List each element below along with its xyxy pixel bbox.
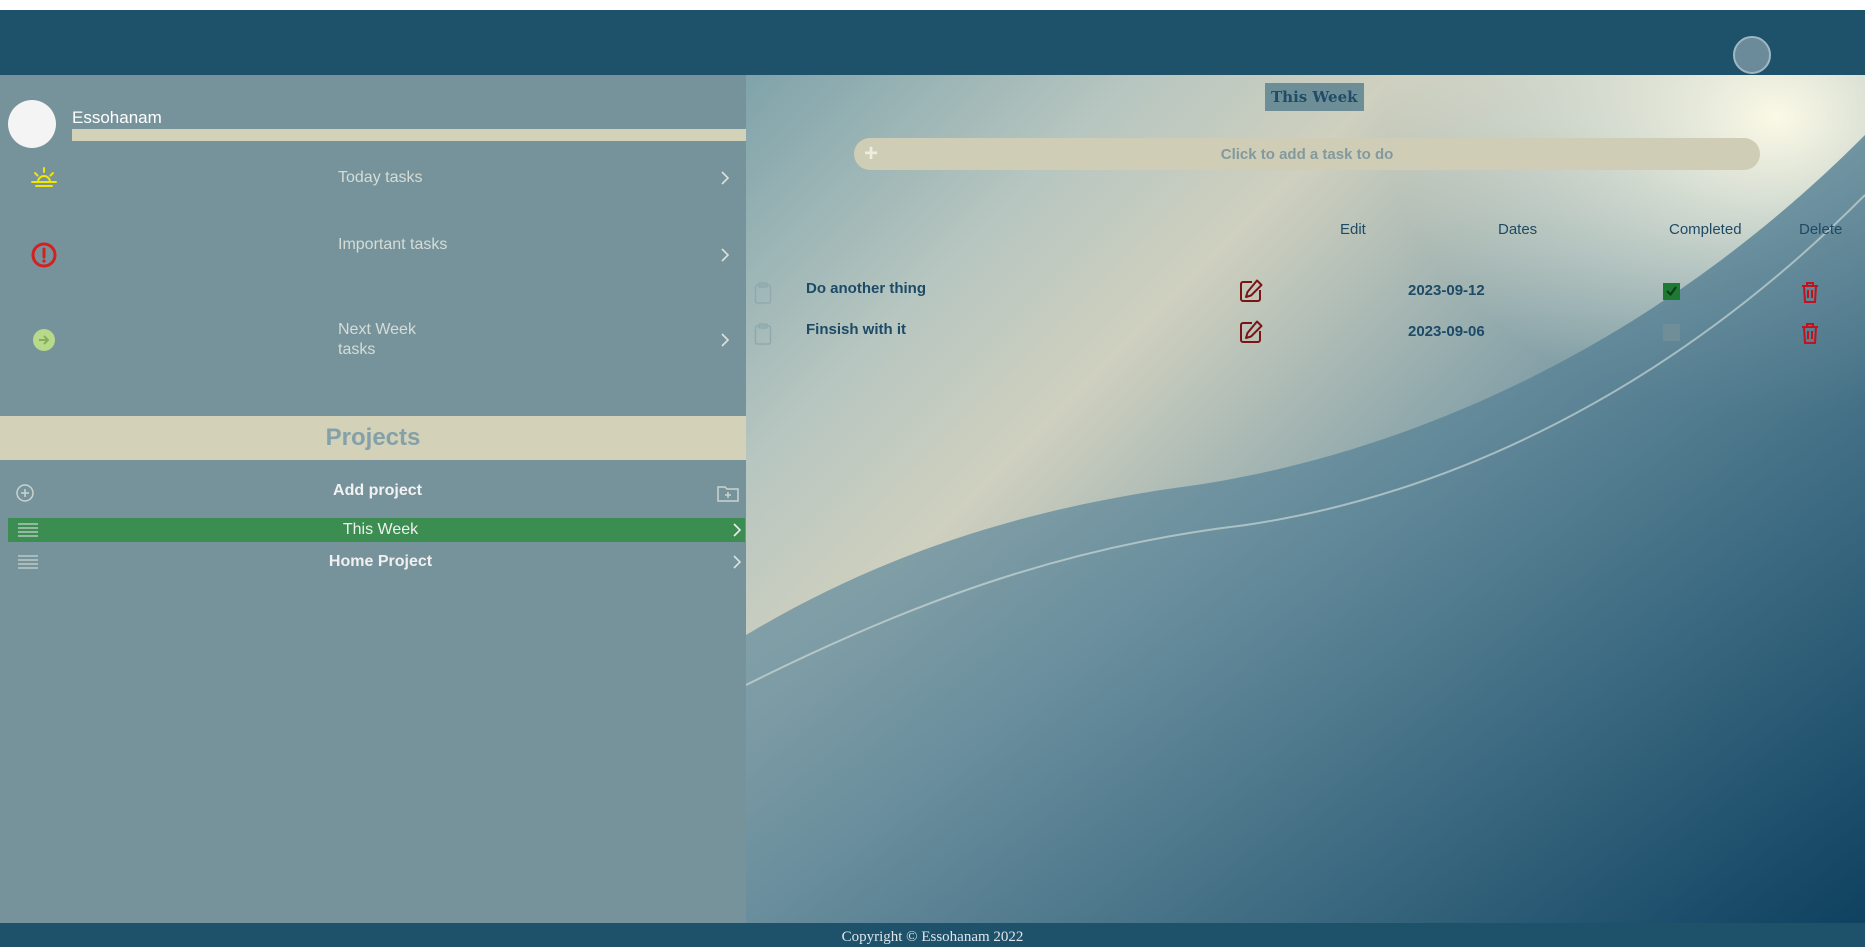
nav-next-week-tasks[interactable]: Next Week tasks bbox=[0, 310, 746, 366]
task-date: 2023-09-12 bbox=[1408, 282, 1485, 299]
user-divider-bar bbox=[72, 129, 746, 141]
task-date: 2023-09-06 bbox=[1408, 323, 1485, 340]
add-task-placeholder: Click to add a task to do bbox=[1220, 146, 1394, 163]
project-item-home-project[interactable]: Home Project bbox=[8, 550, 745, 574]
column-header-edit: Edit bbox=[1340, 221, 1366, 238]
user-name: Essohanam bbox=[72, 108, 162, 127]
column-header-dates: Dates bbox=[1498, 221, 1538, 238]
sunrise-icon bbox=[31, 167, 57, 187]
nav-label: Important tasks bbox=[338, 236, 448, 253]
add-project-label: Add project bbox=[333, 482, 422, 499]
trash-icon[interactable] bbox=[1799, 280, 1821, 304]
completed-checkbox[interactable] bbox=[1663, 324, 1680, 341]
column-header-delete: Delete bbox=[1799, 221, 1843, 238]
add-task-input[interactable]: + Click to add a task to do bbox=[854, 138, 1760, 170]
exclamation-circle-icon bbox=[31, 242, 57, 268]
chevron-right-icon bbox=[721, 171, 730, 185]
main-content: This Week + Click to add a task to do Ed… bbox=[746, 75, 1865, 923]
project-item-this-week[interactable]: This Week bbox=[8, 518, 745, 542]
edit-icon[interactable] bbox=[1238, 319, 1264, 345]
project-label: Home Project bbox=[328, 553, 433, 570]
nav-label: Today tasks bbox=[338, 169, 423, 186]
user-avatar-icon[interactable] bbox=[1733, 36, 1771, 74]
chevron-right-icon bbox=[733, 523, 742, 537]
clipboard-icon bbox=[754, 323, 772, 345]
arrow-circle-icon bbox=[33, 329, 55, 351]
add-project-button[interactable]: Add project bbox=[0, 477, 746, 507]
task-row: Do another thing 2023-09-12 bbox=[746, 278, 1865, 312]
chevron-right-icon bbox=[721, 248, 730, 262]
nav-label: Next Week tasks bbox=[338, 321, 416, 358]
top-bar bbox=[0, 10, 1865, 75]
footer: Copyright © Essohanam 2022 bbox=[0, 923, 1865, 947]
project-label: This Week bbox=[342, 521, 419, 538]
task-row: Finsish with it 2023-09-06 bbox=[746, 319, 1865, 353]
edit-icon[interactable] bbox=[1238, 278, 1264, 304]
copyright-text: Copyright © Essohanam 2022 bbox=[841, 929, 1024, 945]
avatar bbox=[8, 100, 56, 148]
projects-header: Projects bbox=[0, 416, 746, 460]
background-image bbox=[746, 75, 1865, 923]
view-title: This Week bbox=[1265, 83, 1364, 111]
folder-plus-icon bbox=[717, 486, 739, 502]
clipboard-icon bbox=[754, 282, 772, 304]
completed-checkbox[interactable] bbox=[1663, 283, 1680, 300]
chevron-right-icon bbox=[721, 333, 730, 347]
nav-important-tasks[interactable]: Important tasks bbox=[0, 225, 746, 281]
column-header-completed: Completed bbox=[1669, 221, 1742, 238]
nav-today-tasks[interactable]: Today tasks bbox=[0, 150, 746, 206]
task-name: Finsish with it bbox=[806, 321, 906, 338]
sidebar: Essohanam Today tasks Important tasks Ne… bbox=[0, 75, 746, 923]
chevron-right-icon bbox=[733, 555, 742, 569]
task-name: Do another thing bbox=[806, 280, 926, 297]
projects-title: Projects bbox=[325, 424, 421, 451]
trash-icon[interactable] bbox=[1799, 321, 1821, 345]
